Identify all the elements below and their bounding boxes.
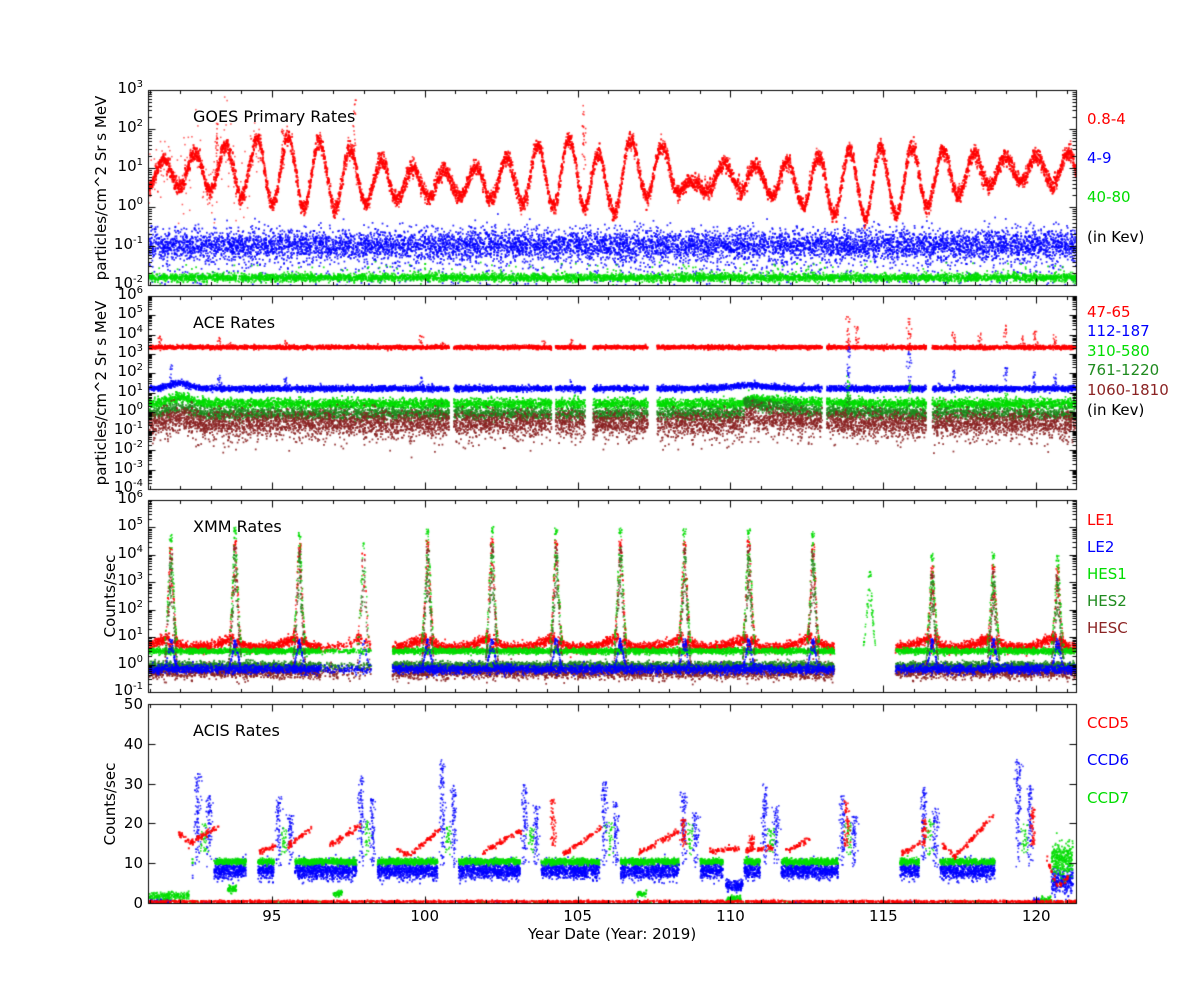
x-axis-label: Year Date (Year: 2019) xyxy=(462,925,762,943)
figure: GOES Primary Ratesparticles/cm^2 Sr s Me… xyxy=(0,0,1200,1000)
plot-canvas xyxy=(0,0,1200,1000)
